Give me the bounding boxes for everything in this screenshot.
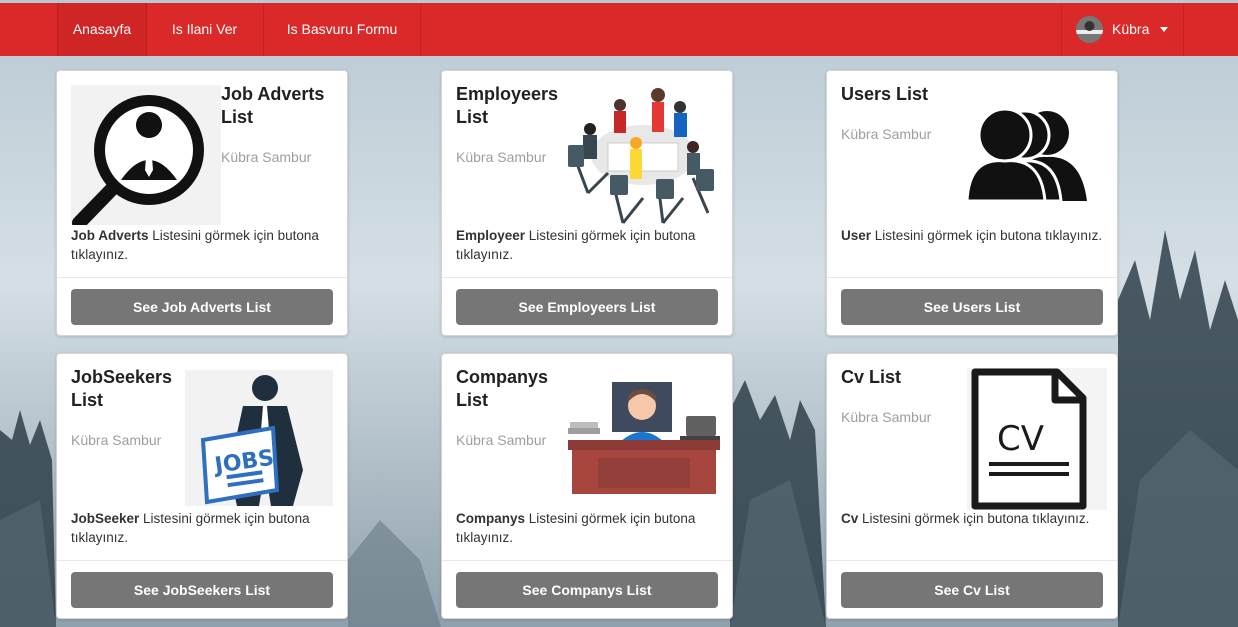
- desc-bold: Companys: [456, 511, 526, 526]
- card-users: Users List Kübra Sambur User Listesini g…: [826, 70, 1118, 336]
- desc-bold: Employeer: [456, 228, 526, 243]
- top-navbar: Anasayfa Is Ilani Ver Is Basvuru Formu K…: [0, 3, 1238, 56]
- divider: [442, 277, 732, 278]
- cv-text: CV: [997, 419, 1044, 459]
- see-users-button[interactable]: See Users List: [841, 289, 1103, 325]
- card-description: Companys Listesini görmek için butona tı…: [456, 509, 722, 547]
- card-cv: Cv List Kübra Sambur CV Cv Listesini gör…: [826, 353, 1118, 619]
- divider: [57, 560, 347, 561]
- divider: [57, 277, 347, 278]
- card-title: Employeers List: [456, 84, 559, 127]
- user-menu[interactable]: Kübra: [1061, 3, 1184, 56]
- cv-document-icon: CV: [967, 368, 1107, 510]
- divider: [827, 277, 1117, 278]
- office-desk-icon: [568, 382, 720, 494]
- card-description: User Listesini görmek için butona tıklay…: [841, 226, 1107, 245]
- card-title: JobSeekers List: [71, 367, 173, 410]
- users-icon: [965, 107, 1087, 201]
- see-jobseekers-button[interactable]: See JobSeekers List: [71, 572, 333, 608]
- desc-text: Listesini görmek için butona tıklayınız.: [871, 228, 1103, 243]
- desc-bold: JobSeeker: [71, 511, 140, 526]
- card-description: Job Adverts Listesini görmek için butona…: [71, 226, 337, 264]
- card-title: Users List: [841, 84, 929, 104]
- desc-text: Listesini görmek için butona tıklayınız.: [858, 511, 1090, 526]
- user-name: Kübra: [1112, 21, 1150, 37]
- divider: [827, 560, 1117, 561]
- chevron-down-icon: [1160, 27, 1168, 32]
- team-meeting-icon: [568, 88, 714, 224]
- divider: [442, 560, 732, 561]
- avatar: [1076, 16, 1103, 43]
- card-meta: Kübra Sambur: [221, 149, 312, 165]
- see-companys-button[interactable]: See Companys List: [456, 572, 718, 608]
- see-cv-button[interactable]: See Cv List: [841, 572, 1103, 608]
- see-job-adverts-button[interactable]: See Job Adverts List: [71, 289, 333, 325]
- nav-home[interactable]: Anasayfa: [57, 3, 147, 56]
- card-meta: Kübra Sambur: [456, 432, 547, 448]
- card-description: Employeer Listesini görmek için butona t…: [456, 226, 722, 264]
- card-description: Cv Listesini görmek için butona tıklayın…: [841, 509, 1107, 528]
- nav-post-job[interactable]: Is Ilani Ver: [146, 3, 264, 56]
- card-jobseekers: JobSeekers List Kübra Sambur JOBS JobSee…: [56, 353, 348, 619]
- nav-application-form[interactable]: Is Basvuru Formu: [264, 3, 421, 56]
- card-meta: Kübra Sambur: [71, 432, 162, 448]
- desc-bold: User: [841, 228, 872, 243]
- card-meta: Kübra Sambur: [841, 126, 932, 142]
- jobs-newspaper-icon: JOBS: [185, 370, 333, 506]
- card-title: Job Adverts List: [221, 84, 325, 127]
- see-employeers-button[interactable]: See Employeers List: [456, 289, 718, 325]
- card-job-adverts: Job Adverts List Kübra Sambur Job Advert…: [56, 70, 348, 336]
- card-title: Cv List: [841, 367, 902, 387]
- desc-bold: Job Adverts: [71, 228, 149, 243]
- job-search-icon: [71, 85, 221, 225]
- card-companys: Companys List Kübra Sambur Companys List…: [441, 353, 733, 619]
- card-description: JobSeeker Listesini görmek için butona t…: [71, 509, 337, 547]
- desc-bold: Cv: [841, 511, 859, 526]
- card-title: Companys List: [456, 367, 549, 410]
- card-meta: Kübra Sambur: [841, 409, 932, 425]
- card-employeers: Employeers List Kübra Sambur Employeer L…: [441, 70, 733, 336]
- card-meta: Kübra Sambur: [456, 149, 547, 165]
